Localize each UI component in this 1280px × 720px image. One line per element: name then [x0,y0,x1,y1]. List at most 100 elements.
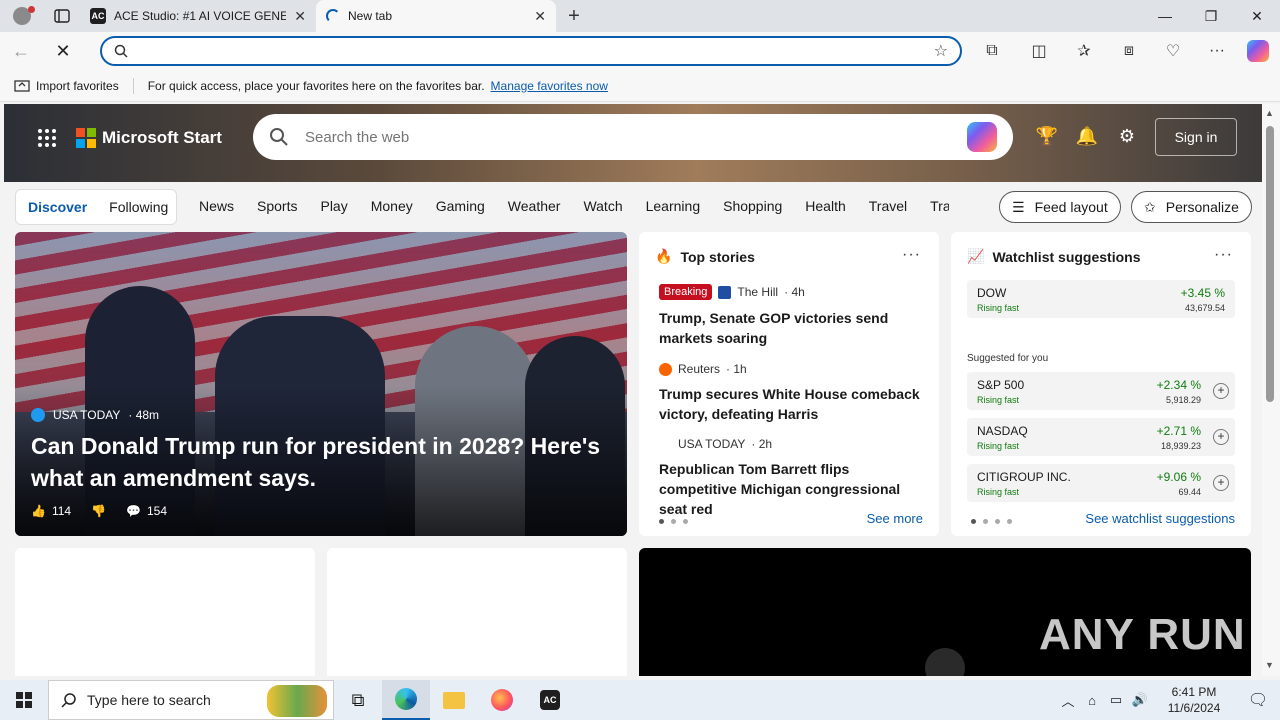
web-search-input[interactable] [305,128,967,146]
stop-loading-button[interactable]: ✕ [42,32,84,70]
tab-ace-studio[interactable]: AC ACE Studio: #1 AI VOICE GENERATOR ✕ [80,0,316,32]
stock-row-sp500[interactable]: S&P 500 Rising fast +2.34 % 5,918.29 + [967,372,1235,410]
category-weather[interactable]: Weather [508,198,561,214]
manage-favorites-link[interactable]: Manage favorites now [491,79,608,93]
video-card[interactable]: ANY RUN [639,548,1251,676]
category-play[interactable]: Play [320,198,347,214]
favorite-star-icon[interactable]: ☆ [934,41,948,61]
tab-discover[interactable]: Discover [28,199,87,215]
tab-new-tab[interactable]: New tab ✕ [316,0,556,32]
category-learning[interactable]: Learning [646,198,701,214]
stock-row-dow[interactable]: DOW Rising fast +3.45 % 43,679.54 [967,280,1235,318]
story-source: Reuters [678,362,721,376]
network-icon[interactable]: ⌂ [1080,693,1104,708]
carousel-dots[interactable] [659,519,688,524]
browser-essentials-icon[interactable]: ♡ [1151,32,1195,70]
category-watch[interactable]: Watch [583,198,622,214]
new-tab-button[interactable]: + [556,5,592,28]
window-controls: — ❐ ✕ [1142,0,1280,32]
add-to-watchlist-icon[interactable]: + [1213,383,1229,399]
story-item[interactable]: USA TODAY · 2h Republican Tom Barrett fl… [659,437,925,519]
like-icon[interactable]: 👍 [31,504,46,518]
category-news[interactable]: News [199,198,234,214]
feed-layout-button[interactable]: ☰ Feed layout [999,191,1121,223]
tab-following[interactable]: Following [109,199,168,215]
category-money[interactable]: Money [371,198,413,214]
category-health[interactable]: Health [805,198,845,214]
back-button[interactable]: ← [0,32,42,70]
favorites-icon[interactable]: ✰ [1062,32,1106,70]
category-shopping[interactable]: Shopping [723,198,782,214]
feed-nav-row: Discover Following News Sports Play Mone… [4,182,1262,232]
start-button[interactable] [0,680,48,720]
story-headline[interactable]: Republican Tom Barrett flips competitive… [659,459,925,519]
category-sports[interactable]: Sports [257,198,297,214]
add-to-watchlist-icon[interactable]: + [1213,429,1229,445]
tab-close-icon[interactable]: ✕ [294,8,306,25]
scroll-up-arrow-icon[interactable]: ▲ [1265,108,1274,118]
more-options-icon[interactable]: ··· [902,246,921,264]
copilot-icon[interactable] [967,122,997,152]
comment-icon[interactable]: 💬 [126,504,141,518]
minimize-button[interactable]: — [1142,0,1188,32]
web-search-box[interactable] [253,114,1013,160]
collections-icon[interactable]: ⧈ [1107,32,1151,70]
taskbar-edge-button[interactable] [382,680,430,720]
scroll-down-arrow-icon[interactable]: ▼ [1265,660,1274,670]
import-favorites-button[interactable]: Import favorites [36,79,119,93]
feed-toggle: Discover Following [15,189,177,225]
taskbar-ace-studio-button[interactable]: AC [526,680,574,720]
carousel-dots[interactable] [971,519,1012,524]
profile-button[interactable] [0,0,44,32]
dislike-icon[interactable]: 👎 [91,504,106,518]
taskbar-search-box[interactable]: Type here to search [48,680,334,720]
taskbar-file-explorer-button[interactable] [430,680,478,720]
sign-in-button[interactable]: Sign in [1155,118,1237,156]
extensions-icon[interactable]: ⧉ [970,32,1014,70]
stock-name: NASDAQ [977,424,1028,438]
taskbar-clock[interactable]: 6:41 PM 11/6/2024 [1152,684,1236,716]
see-watchlist-suggestions-link[interactable]: See watchlist suggestions [1085,511,1235,526]
tab-actions-menu-button[interactable] [44,0,80,32]
split-screen-icon[interactable]: ◫ [1017,32,1061,70]
address-input[interactable] [136,43,934,59]
restore-button[interactable]: ❐ [1188,0,1234,32]
stock-change: +2.34 % [1156,378,1201,392]
notifications-icon[interactable]: 🗨 [1236,690,1280,710]
show-hidden-icons-icon[interactable]: ︿ [1056,691,1080,710]
add-to-watchlist-icon[interactable]: + [1213,475,1229,491]
app-launcher-icon[interactable] [38,129,56,147]
scrollbar-thumb[interactable] [1266,126,1274,402]
story-headline[interactable]: Trump secures White House comeback victo… [659,384,925,424]
hero-story-card[interactable]: USA TODAY · 48m Can Donald Trump run for… [15,232,627,536]
stock-row-citigroup[interactable]: CITIGROUP INC. Rising fast +9.06 % 69.44… [967,464,1235,502]
rewards-trophy-icon[interactable]: 🏆 [1035,126,1059,150]
see-more-link[interactable]: See more [867,511,923,526]
story-headline[interactable]: Trump, Senate GOP victories send markets… [659,308,925,348]
category-travel[interactable]: Travel [869,198,907,214]
task-view-icon[interactable]: ⧉ [334,680,382,720]
category-gaming[interactable]: Gaming [436,198,485,214]
copilot-icon[interactable] [1236,32,1280,70]
tab-actions-icon [54,9,70,23]
more-options-icon[interactable]: ··· [1214,246,1233,264]
brand-name: Microsoft Start [102,128,222,147]
story-item[interactable]: Reuters · 1h Trump secures White House c… [659,362,925,424]
taskbar-firefox-button[interactable] [478,680,526,720]
microsoft-start-logo[interactable]: Microsoft Start [76,128,222,148]
ethernet-icon[interactable]: ▭ [1104,692,1128,708]
hero-headline[interactable]: Can Donald Trump run for president in 20… [31,430,621,494]
address-bar[interactable]: ☆ [100,36,962,66]
settings-more-icon[interactable]: ··· [1195,32,1239,70]
settings-gear-icon[interactable]: ⚙ [1115,126,1139,150]
notifications-bell-icon[interactable]: 🔔 [1075,126,1099,150]
close-window-button[interactable]: ✕ [1234,0,1280,32]
category-traffic[interactable]: Traf [930,198,949,214]
feed-layout-label: Feed layout [1034,199,1108,215]
page-scrollbar[interactable]: ▲ ▼ [1262,104,1280,676]
stock-row-nasdaq[interactable]: NASDAQ Rising fast +2.71 % 18,939.23 + [967,418,1235,456]
story-item[interactable]: Breaking The Hill · 4h Trump, Senate GOP… [659,284,925,348]
personalize-button[interactable]: ✩ Personalize [1131,191,1252,223]
volume-icon[interactable]: 🔊 [1128,692,1152,708]
tab-close-icon[interactable]: ✕ [534,8,546,25]
